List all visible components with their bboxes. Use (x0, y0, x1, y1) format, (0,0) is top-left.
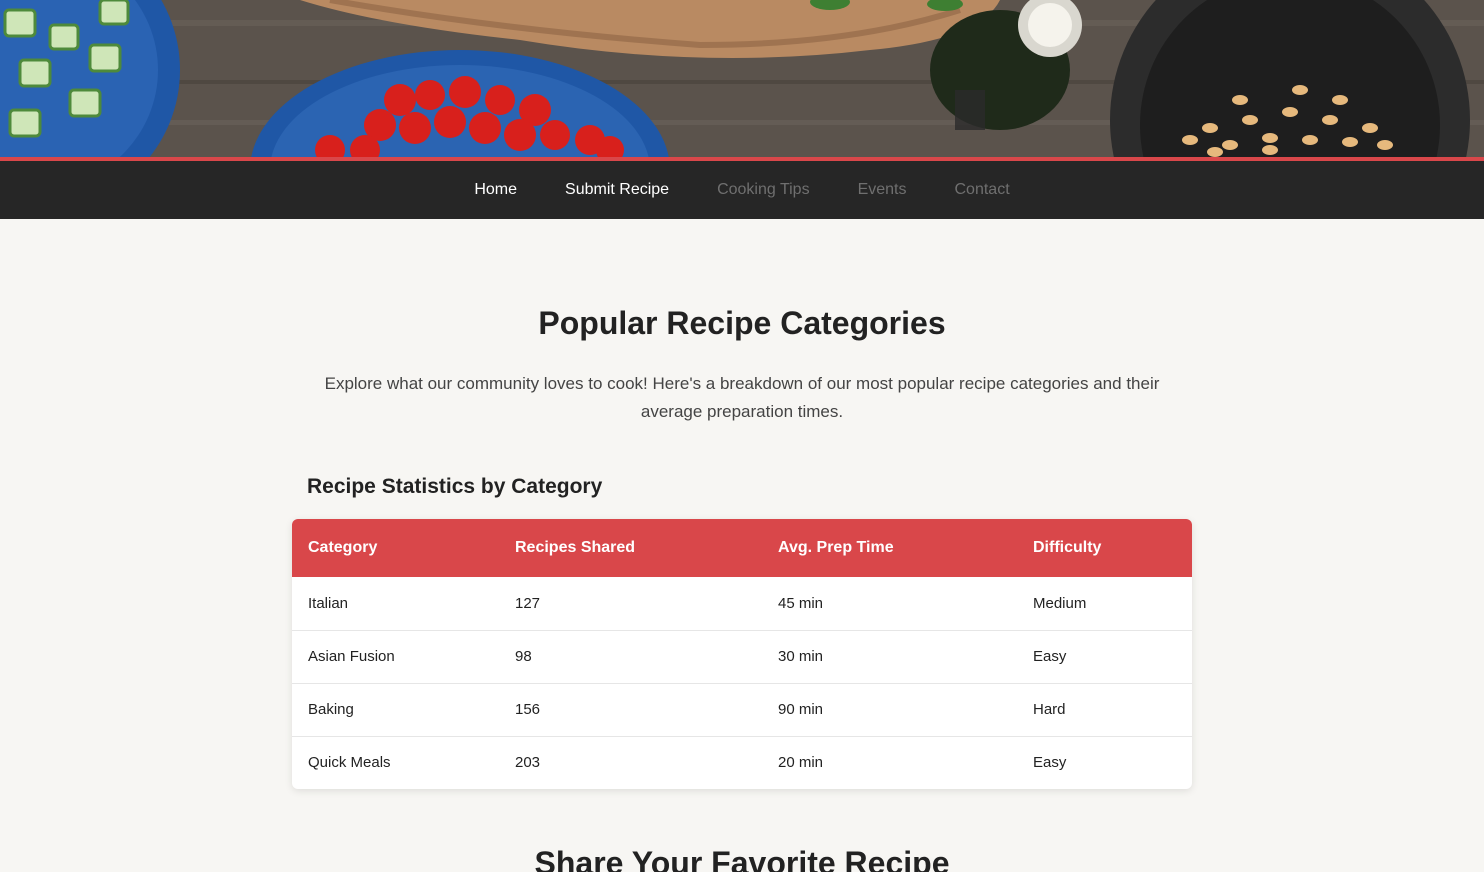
nav-contact-link[interactable]: Contact (955, 161, 1010, 219)
hero-image (0, 0, 1484, 157)
cell-difficulty: Easy (1017, 629, 1192, 683)
cell-recipes-shared: 203 (499, 735, 762, 789)
table-row: Italian 127 45 min Medium (292, 577, 1192, 630)
share-recipe-heading: Share Your Favorite Recipe (534, 845, 950, 872)
cell-category: Quick Meals (292, 735, 499, 789)
cell-avg-prep-time: 90 min (762, 682, 1017, 736)
cell-category: Asian Fusion (292, 629, 499, 683)
nav-events-link[interactable]: Events (858, 161, 907, 219)
cell-avg-prep-time: 20 min (762, 735, 1017, 789)
table-row: Quick Meals 203 20 min Easy (292, 735, 1192, 789)
nav-cooking-tips-link[interactable]: Cooking Tips (717, 161, 810, 219)
hero-food-illustration (0, 0, 1484, 157)
cell-recipes-shared: 98 (499, 629, 762, 683)
header-difficulty: Difficulty (1033, 539, 1102, 556)
table-row: Baking 156 90 min Hard (292, 682, 1192, 736)
header-avg-prep-time: Avg. Prep Time (778, 539, 894, 556)
cell-category: Baking (292, 682, 499, 736)
cell-difficulty: Medium (1033, 594, 1087, 612)
cell-difficulty: Hard (1017, 682, 1192, 736)
cell-recipes-shared: 127 (515, 594, 541, 612)
cell-avg-prep-time: 45 min (778, 594, 824, 612)
nav-submit-recipe-link[interactable]: Submit Recipe (565, 161, 669, 219)
table-header-row: Category Recipes Shared Avg. Prep Time D… (292, 519, 1192, 577)
header-category: Category (308, 539, 378, 556)
page-title: Popular Recipe Categories (538, 305, 946, 341)
header-recipes-shared: Recipes Shared (515, 539, 636, 556)
recipe-stats-table: Category Recipes Shared Avg. Prep Time D… (292, 519, 1192, 789)
stats-table-container: Category Recipes Shared Avg. Prep Time D… (292, 519, 1192, 789)
main-nav: Home Submit Recipe Cooking Tips Events C… (0, 161, 1484, 219)
intro-paragraph: Explore what our community loves to cook… (324, 374, 1160, 421)
nav-home-link[interactable]: Home (474, 161, 517, 219)
cell-avg-prep-time: 30 min (762, 629, 1017, 683)
cell-recipes-shared: 156 (499, 682, 762, 736)
table-row: Asian Fusion 98 30 min Easy (292, 629, 1192, 683)
cell-difficulty: Easy (1017, 735, 1192, 789)
cell-category: Italian (308, 594, 349, 612)
table-title: Recipe Statistics by Category (307, 475, 603, 498)
